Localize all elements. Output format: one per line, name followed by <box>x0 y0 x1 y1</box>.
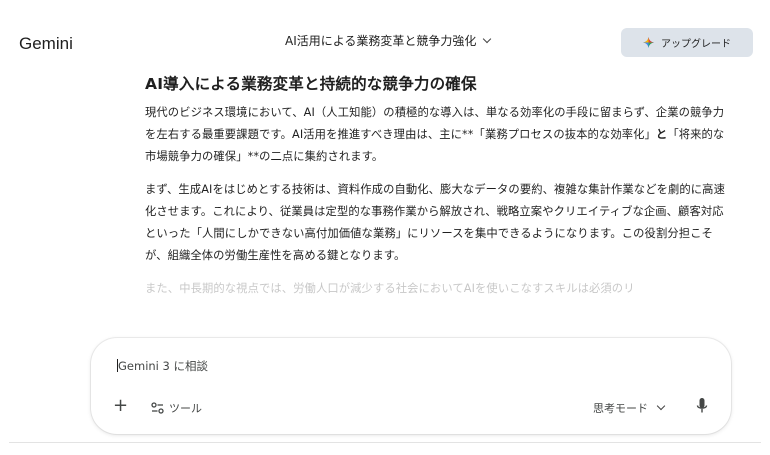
paragraph-1-bold-to: と <box>655 128 668 141</box>
mode-label: 思考モード <box>593 402 648 415</box>
app-window: Gemini AI活用による業務変革と競争力強化 アップグレード AI導入による… <box>9 0 761 443</box>
chevron-down-icon <box>656 401 666 411</box>
add-attachment-button[interactable]: + <box>113 397 128 415</box>
response-paragraph-3-faded: また、中長期的な視点では、労働人口が減少する社会においてAIを使いこなすスキルは… <box>145 282 635 295</box>
prompt-input[interactable]: Gemini 3 に相談 <box>117 358 208 374</box>
chat-title-dropdown[interactable]: AI活用による業務変革と競争力強化 <box>285 32 492 49</box>
prompt-placeholder: Gemini 3 に相談 <box>118 359 208 373</box>
tools-button[interactable]: ツール <box>151 400 202 416</box>
upgrade-button[interactable]: アップグレード <box>621 28 753 57</box>
paragraph-1-text-a: 現代のビジネス環境において、AI（人工知能）の積極的な導入は、単なる効率化の手段… <box>145 106 725 141</box>
response-paragraph-2: まず、生成AIをはじめとする技術は、資料作成の自動化、膨大なデータの要約、複雑な… <box>145 183 725 262</box>
tools-sliders-icon <box>151 402 164 414</box>
response-paragraph-1: 現代のビジネス環境において、AI（人工知能）の積極的な導入は、単なる効率化の手段… <box>145 102 728 168</box>
chevron-down-icon <box>483 34 492 43</box>
response-content: AI導入による業務変革と持続的な競争力の確保 現代のビジネス環境において、AI（… <box>145 72 728 311</box>
chat-title: AI活用による業務変革と競争力強化 <box>285 34 477 48</box>
upgrade-label: アップグレード <box>661 39 731 50</box>
response-heading: AI導入による業務変革と持続的な競争力の確保 <box>145 75 477 93</box>
microphone-icon[interactable] <box>695 397 709 415</box>
brand-logo[interactable]: Gemini <box>19 34 73 54</box>
tools-label: ツール <box>169 402 202 415</box>
prompt-composer[interactable]: Gemini 3 に相談 + ツール 思考モード <box>91 338 731 434</box>
gemini-spark-icon <box>643 37 654 48</box>
plus-icon: + <box>113 395 129 416</box>
thinking-mode-dropdown[interactable]: 思考モード <box>593 400 666 416</box>
